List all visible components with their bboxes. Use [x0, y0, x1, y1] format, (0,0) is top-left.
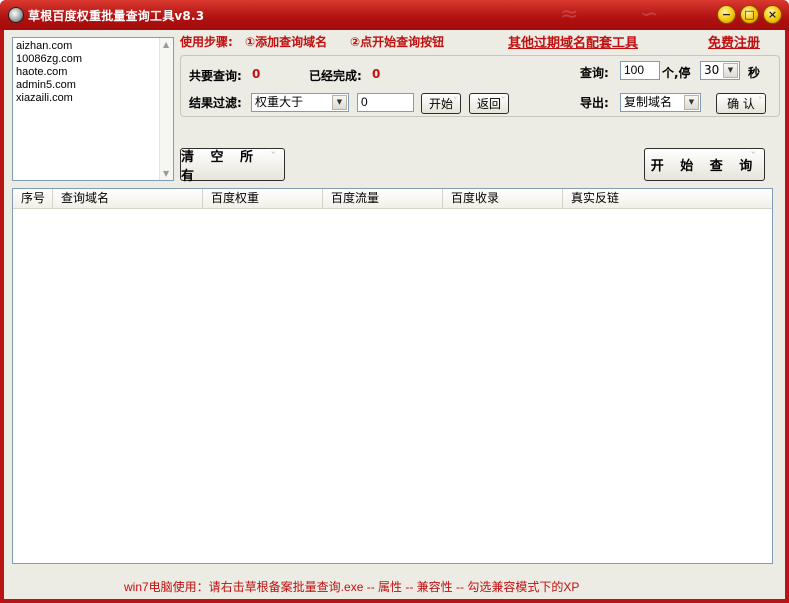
scroll-down-icon[interactable]: ▼ — [163, 169, 169, 178]
swirl-ornament-icon: ˇ — [500, 95, 507, 108]
column-header[interactable]: 百度流量 — [323, 189, 443, 208]
export-value: 复制域名 — [624, 95, 673, 109]
swirl-ornament-icon: ˇ — [757, 95, 764, 108]
list-item: 10086zg.com — [16, 53, 83, 65]
swirl-ornament-icon: ˇ — [750, 150, 762, 163]
column-header[interactable]: 百度权重 — [203, 189, 323, 208]
minimize-button[interactable]: − — [717, 5, 736, 24]
scroll-up-icon[interactable]: ▲ — [163, 40, 169, 49]
filter-label: 结果过滤: — [189, 96, 242, 110]
swirl-ornament-icon: ˇ — [270, 150, 282, 163]
query-label: 查询: — [580, 66, 609, 80]
chevron-down-icon[interactable]: ▼ — [332, 95, 347, 110]
filter-back-label: 返回 — [476, 97, 501, 111]
pause-seconds-value: 30 — [704, 63, 720, 77]
query-options-panel: 共要查询: 0 已经完成: 0 查询: 100 个,停 30 ▼ 秒 结果过滤:… — [180, 55, 780, 117]
done-label: 已经完成: — [309, 69, 362, 83]
list-item: xiazaili.com — [16, 92, 73, 104]
total-value: 0 — [252, 67, 261, 81]
total-label: 共要查询: — [189, 69, 242, 83]
register-link[interactable]: 免费注册 — [708, 32, 760, 51]
export-confirm-button[interactable]: 确 认 ˇ — [716, 93, 766, 114]
table-header: 序号 查询域名 百度权重 百度流量 百度收录 真实反链 — [13, 189, 772, 209]
list-item: admin5.com — [16, 79, 76, 91]
results-table[interactable]: 序号 查询域名 百度权重 百度流量 百度收录 真实反链 — [12, 188, 773, 564]
column-header[interactable]: 序号 — [13, 189, 53, 208]
query-count-suffix: 个,停 — [662, 66, 691, 80]
maximize-button[interactable]: □ — [740, 5, 759, 24]
column-header[interactable]: 百度收录 — [443, 189, 563, 208]
filter-type-select[interactable]: 权重大于 ▼ — [251, 93, 349, 112]
export-confirm-label: 确 认 — [727, 97, 755, 111]
clear-all-button[interactable]: 清 空 所 有 ˇ — [180, 148, 285, 184]
app-logo-icon — [8, 7, 24, 23]
other-tools-link[interactable]: 其他过期域名配套工具 — [508, 32, 638, 51]
filter-value-input[interactable]: 0 — [357, 93, 414, 112]
clear-all-label: 清 空 所 有 — [181, 149, 260, 184]
footer-note: win7电脑使用：请右击草根备案批量查询.exe -- 属性 -- 兼容性 --… — [124, 580, 580, 594]
step-two: ②点开始查询按钮 — [350, 35, 445, 49]
cloud-ornament-icon: ∽ — [640, 2, 659, 27]
step-one: ①添加查询域名 — [245, 35, 328, 49]
column-header[interactable]: 查询域名 — [53, 189, 203, 208]
done-value: 0 — [372, 67, 381, 81]
cloud-ornament-icon: ≈ — [560, 2, 579, 27]
close-icon: × — [767, 8, 778, 21]
filter-back-button[interactable]: 返回 ˇ — [469, 93, 509, 114]
domain-items: aizhan.com 10086zg.com haote.com admin5.… — [16, 40, 82, 105]
filter-type-value: 权重大于 — [255, 95, 304, 109]
export-select[interactable]: 复制域名 ▼ — [620, 93, 701, 112]
chevron-down-icon[interactable]: ▼ — [723, 63, 738, 78]
export-label: 导出: — [580, 96, 609, 110]
maximize-icon: □ — [744, 8, 755, 21]
list-item: aizhan.com — [16, 40, 73, 52]
filter-start-button[interactable]: 开始 ˇ — [421, 93, 461, 114]
swirl-ornament-icon: ˇ — [452, 95, 459, 108]
title-bar[interactable]: 草根百度权重批量查询工具v8.3 ≈ ∽ − □ × — [0, 0, 789, 30]
query-count-input[interactable]: 100 — [620, 61, 660, 80]
chevron-down-icon[interactable]: ▼ — [684, 95, 699, 110]
domain-input-list[interactable]: aizhan.com 10086zg.com haote.com admin5.… — [12, 37, 174, 181]
minimize-icon: − — [721, 8, 732, 21]
list-item: haote.com — [16, 66, 68, 78]
start-query-button[interactable]: 开 始 查 询 ˇ — [644, 148, 765, 181]
client-area: aizhan.com 10086zg.com haote.com admin5.… — [4, 30, 785, 599]
pause-suffix: 秒 — [748, 66, 761, 80]
window-title: 草根百度权重批量查询工具v8.3 — [28, 9, 205, 23]
app-window: 草根百度权重批量查询工具v8.3 ≈ ∽ − □ × aizhan.com 10… — [0, 0, 789, 603]
vertical-scrollbar[interactable]: ▲ ▼ — [159, 38, 173, 180]
column-header[interactable]: 真实反链 — [563, 189, 772, 208]
steps-label: 使用步骤: — [180, 35, 233, 49]
close-button[interactable]: × — [763, 5, 782, 24]
pause-seconds-select[interactable]: 30 ▼ — [700, 61, 740, 80]
start-query-label: 开 始 查 询 — [650, 159, 759, 174]
filter-start-label: 开始 — [428, 97, 453, 111]
